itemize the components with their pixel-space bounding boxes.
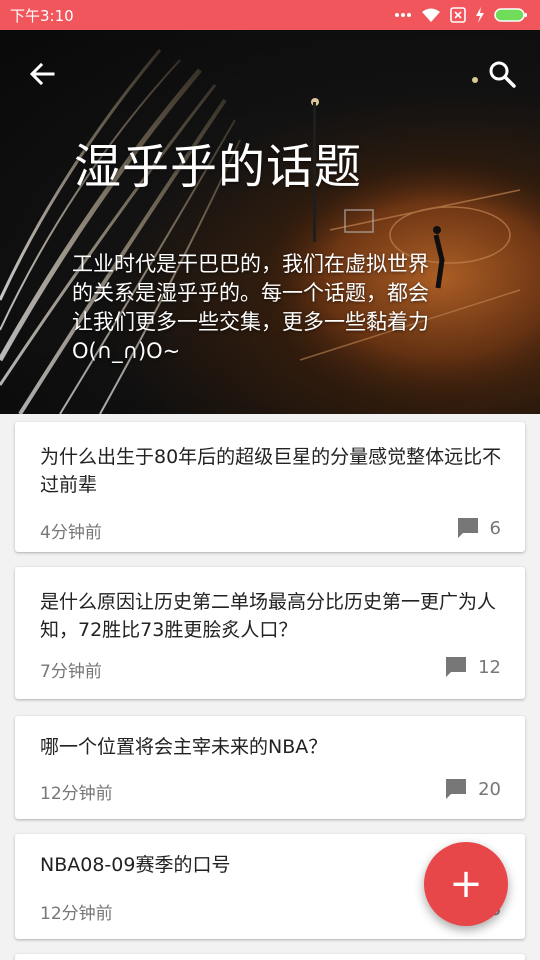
comment-icon — [446, 657, 467, 677]
comment-icon — [457, 518, 478, 538]
comment-count[interactable]: 12 — [444, 655, 501, 679]
topic-header: 湿乎乎的话题 工业时代是干巴巴的，我们在虚拟世界的关系是湿乎乎的。每一个话题，都… — [0, 30, 540, 414]
search-icon — [489, 61, 516, 88]
comment-count-value: 6 — [489, 517, 501, 539]
back-button[interactable] — [22, 54, 62, 94]
status-icons — [394, 7, 528, 23]
add-topic-button[interactable]: + — [424, 842, 508, 926]
comment-count-value: 12 — [478, 656, 501, 678]
topic-card-title: 是什么原因让历史第二单场最高分比历史第一更广为人知，72胜比73胜更脍炙人口？ — [40, 591, 497, 641]
sim-card-icon — [450, 7, 466, 23]
topic-card-title: 为什么出生于80年后的超级巨星的分量感觉整体远比不过前辈 — [40, 446, 502, 496]
topic-card[interactable]: 为什么出生于80年后的超级巨星的分量感觉整体远比不过前辈 4分钟前 6 — [15, 422, 525, 552]
comment-count-value: 20 — [478, 778, 501, 800]
more-dots-icon — [395, 13, 411, 17]
topic-card-time: 4分钟前 — [40, 523, 102, 543]
status-time: 下午3:10 — [10, 6, 74, 25]
topic-card[interactable] — [15, 954, 525, 960]
comment-count[interactable]: 6 — [456, 516, 501, 540]
wifi-icon — [422, 8, 440, 22]
comment-count[interactable]: 20 — [444, 777, 501, 801]
battery-icon — [494, 8, 527, 22]
topic-card-title: 哪一个位置将会主宰未来的NBA？ — [40, 736, 328, 758]
charging-icon — [476, 7, 484, 23]
plus-icon: + — [449, 861, 483, 907]
status-bar: 下午3:10 — [0, 0, 540, 30]
topic-title: 湿乎乎的话题 — [74, 140, 362, 195]
search-button[interactable] — [482, 54, 522, 94]
topic-description: 工业时代是干巴巴的，我们在虚拟世界的关系是湿乎乎的。每一个话题，都会让我们更多一… — [72, 252, 429, 363]
comment-icon — [446, 779, 467, 799]
topic-card-time: 12分钟前 — [40, 784, 113, 804]
topic-card[interactable]: 哪一个位置将会主宰未来的NBA？ 12分钟前 20 — [15, 716, 525, 819]
arrow-back-icon — [29, 62, 55, 86]
topic-card-time: 7分钟前 — [40, 662, 102, 682]
topic-card-time: 12分钟前 — [40, 904, 113, 924]
topic-card[interactable]: 是什么原因让历史第二单场最高分比历史第一更广为人知，72胜比73胜更脍炙人口？ … — [15, 567, 525, 699]
